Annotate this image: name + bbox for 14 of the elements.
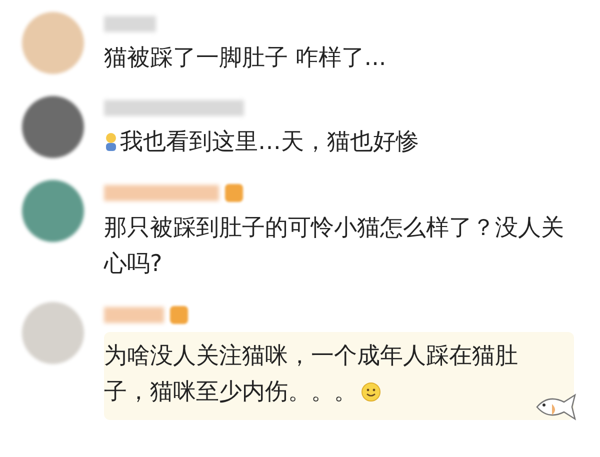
comment-text: 我也看到这里…天，猫也好惨: [104, 124, 419, 160]
avatar-placeholder: [22, 302, 84, 364]
badge-icon: [225, 184, 243, 202]
blurred-username: [104, 16, 156, 32]
badge-icon: [170, 306, 188, 324]
smiley-icon: [361, 382, 381, 402]
comment-text: 为啥没人关注猫咪，一个成年人踩在猫肚子，猫咪至少内伤。。。: [104, 342, 519, 407]
comment-text: 那只被踩到肚子的可怜小猫怎么样了？没人关心吗?: [104, 214, 565, 279]
blurred-username: [104, 307, 164, 323]
figure-emoji-icon: [104, 132, 118, 152]
avatar-placeholder: [22, 180, 84, 242]
avatar-placeholder: [22, 96, 84, 158]
comment-text: 猫被踩了一脚肚子 咋样了...: [104, 44, 386, 73]
avatar-placeholder: [22, 12, 84, 74]
